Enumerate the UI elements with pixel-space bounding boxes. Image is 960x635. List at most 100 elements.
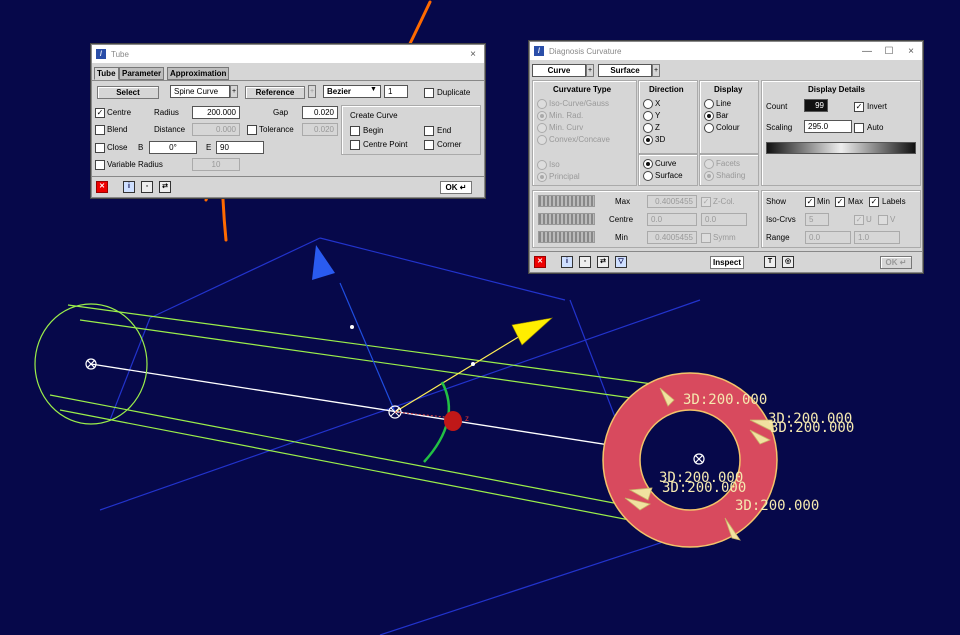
corner-checkbox[interactable]	[424, 140, 434, 150]
tab-tube[interactable]: Tube	[94, 67, 119, 80]
tab-approximation[interactable]: Approximation	[167, 67, 230, 80]
create-curve-group: Create Curve Begin End Centre Point Corn…	[341, 105, 481, 155]
maximize-icon[interactable]: ☐	[878, 46, 900, 57]
begin-label: Begin	[363, 126, 384, 135]
direction-x-radio[interactable]	[643, 99, 653, 109]
iso-crvs-field[interactable]: 5	[805, 213, 829, 226]
z-col-checkbox[interactable]: ✓	[701, 197, 711, 207]
iso-radio[interactable]	[537, 160, 547, 170]
select-button[interactable]: Select	[97, 86, 159, 99]
distance-field[interactable]: 0.000	[192, 123, 240, 136]
tab-parameter[interactable]: Parameter	[119, 67, 165, 80]
window-icon[interactable]: ▫	[141, 181, 153, 193]
info-icon[interactable]: i	[123, 181, 135, 193]
centre-label: Centre	[609, 215, 634, 224]
b-angle-field[interactable]: 0°	[149, 141, 197, 154]
centre-field-1[interactable]: 0.0	[647, 213, 697, 226]
principal-radio[interactable]	[537, 172, 547, 182]
close-checkbox[interactable]	[95, 143, 105, 153]
show-max-checkbox[interactable]: ✓	[835, 197, 845, 207]
duplicate-checkbox[interactable]	[424, 88, 434, 98]
settings-icon[interactable]: ◎	[782, 256, 794, 268]
radius-label: Radius	[154, 108, 179, 117]
auto-checkbox[interactable]	[854, 123, 864, 133]
diag-titlebar[interactable]: / Diagnosis Curvature — ☐ ×	[530, 42, 922, 60]
variable-radius-field[interactable]: 10	[192, 158, 240, 171]
minimize-icon[interactable]: —	[856, 46, 878, 57]
invert-checkbox[interactable]: ✓	[854, 102, 864, 112]
chevron-down-icon[interactable]: ▽	[615, 256, 627, 268]
apply-icon[interactable]: ⇄	[159, 181, 171, 193]
axis-arrow	[312, 245, 396, 413]
tube-dialog: / Tube × Tube Parameter Approximation Se…	[91, 44, 485, 198]
range-field-2[interactable]: 1.0	[854, 231, 900, 244]
text-icon[interactable]: T	[764, 256, 776, 268]
end-checkbox[interactable]	[424, 126, 434, 136]
tolerance-field[interactable]: 0.020	[302, 123, 338, 136]
curve-radio[interactable]	[643, 159, 653, 169]
max-label: Max	[615, 197, 631, 206]
direction-z-radio[interactable]	[643, 123, 653, 133]
centre-field-2[interactable]: 0.0	[701, 213, 747, 226]
max-slider[interactable]	[538, 195, 595, 207]
show-group: Show ✓ Min ✓ Max ✓ Labels Iso-Crvs 5 ✓ U…	[761, 190, 921, 248]
min-slider[interactable]	[538, 231, 595, 243]
cancel-icon[interactable]: ✕	[96, 181, 108, 193]
reference-plus[interactable]: +	[308, 85, 316, 98]
count-field[interactable]: 1	[384, 85, 408, 98]
gap-field[interactable]: 0.020	[302, 106, 338, 119]
inspect-button[interactable]: Inspect	[710, 256, 744, 269]
rotation-handle[interactable]: z	[444, 411, 469, 431]
begin-checkbox[interactable]	[350, 126, 360, 136]
min-rad-radio[interactable]	[537, 111, 547, 121]
facets-radio[interactable]	[704, 159, 714, 169]
tab-curve[interactable]: Curve	[532, 64, 586, 77]
direction-y-radio[interactable]	[643, 111, 653, 121]
convex-concave-radio[interactable]	[537, 135, 547, 145]
blend-checkbox[interactable]	[95, 125, 105, 135]
close-icon[interactable]: ×	[900, 46, 922, 57]
shading-radio[interactable]	[704, 171, 714, 181]
close-icon[interactable]: ×	[462, 49, 484, 60]
window-icon[interactable]: ▫	[579, 256, 591, 268]
info-icon[interactable]: i	[561, 256, 573, 268]
display-colour-radio[interactable]	[704, 123, 714, 133]
ok-button[interactable]: OK ↵	[440, 181, 472, 194]
tab-surface[interactable]: Surface	[598, 64, 652, 77]
ok-button[interactable]: OK ↵	[880, 256, 912, 269]
v-checkbox[interactable]	[878, 215, 888, 225]
scaling-field[interactable]: 295.0	[804, 120, 852, 133]
max-field[interactable]: 0.4005455	[647, 195, 697, 208]
min-curv-radio[interactable]	[537, 123, 547, 133]
curve-plus[interactable]: +	[586, 64, 594, 77]
symm-checkbox[interactable]	[701, 233, 711, 243]
tolerance-checkbox[interactable]	[247, 125, 257, 135]
chevron-down-icon[interactable]: ▼	[370, 86, 377, 93]
centre-checkbox[interactable]: ✓	[95, 108, 105, 118]
spine-curve-plus[interactable]: +	[230, 85, 238, 98]
labels-checkbox[interactable]: ✓	[869, 197, 879, 207]
apply-icon[interactable]: ⇄	[597, 256, 609, 268]
display-line-radio[interactable]	[704, 99, 714, 109]
app-icon: /	[96, 49, 106, 59]
surface-radio[interactable]	[643, 171, 653, 181]
show-min-checkbox[interactable]: ✓	[805, 197, 815, 207]
variable-radius-checkbox[interactable]	[95, 160, 105, 170]
tube-titlebar[interactable]: / Tube ×	[92, 45, 484, 63]
radius-field[interactable]: 200.000	[192, 106, 240, 119]
iso-curve-gauss-radio[interactable]	[537, 99, 547, 109]
e-angle-field[interactable]: 90	[216, 141, 264, 154]
display-bar-radio[interactable]	[704, 111, 714, 121]
centre-point-checkbox[interactable]	[350, 140, 360, 150]
count-field[interactable]: 99	[804, 99, 828, 112]
min-field[interactable]: 0.4005455	[647, 231, 697, 244]
curvature-label: 3D:200.000	[735, 498, 819, 514]
surface-plus[interactable]: +	[652, 64, 660, 77]
direction-3d-radio[interactable]	[643, 135, 653, 145]
u-checkbox[interactable]: ✓	[854, 215, 864, 225]
range-field-1[interactable]: 0.0	[805, 231, 851, 244]
cancel-icon[interactable]: ✕	[534, 256, 546, 268]
reference-button[interactable]: Reference	[245, 86, 305, 99]
spine-curve-field[interactable]: Spine Curve	[170, 85, 230, 98]
centre-slider[interactable]	[538, 213, 595, 225]
